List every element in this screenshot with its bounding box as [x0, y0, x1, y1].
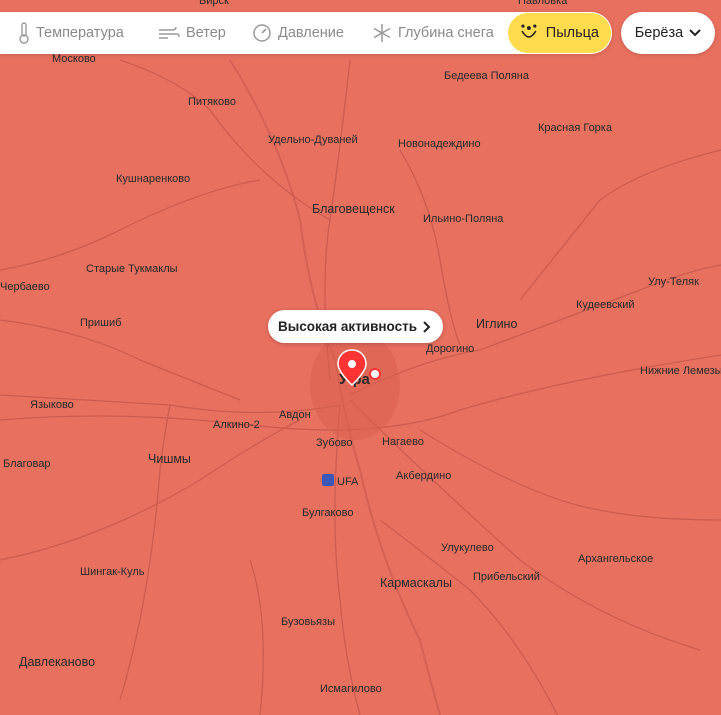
chevron-down-icon [689, 29, 701, 37]
place-label[interactable]: Москово [52, 53, 96, 65]
place-label[interactable]: Зубово [316, 437, 353, 449]
place-label[interactable]: Бирск [199, 0, 229, 7]
place-label[interactable]: Старые Тукмаклы [86, 263, 178, 275]
place-label[interactable]: Авдон [279, 409, 311, 421]
layer-pollen-label: Пыльца [545, 25, 599, 41]
pollen-map[interactable]: Бирск Павловка Москово Бедеева Поляна Питяко… [0, 0, 721, 715]
airport-label: UFA [337, 476, 359, 488]
snowflake-icon [373, 24, 391, 42]
place-label[interactable]: Дорогино [426, 343, 474, 355]
activity-level-label: Высокая активность [278, 319, 418, 334]
layer-snow-depth[interactable]: Глубина снега [372, 12, 494, 54]
place-label[interactable]: Улукулево [441, 542, 494, 554]
place-label[interactable]: Бедеева Поляна [444, 70, 530, 82]
place-label[interactable]: Ильино-Поляна [423, 213, 504, 225]
place-label[interactable]: Пришиб [80, 317, 121, 329]
map-point-icon [369, 368, 381, 380]
map-toolbar: Температура Ветер Давление Глубина снега… [0, 12, 721, 54]
wind-icon [159, 26, 180, 39]
layer-wind[interactable]: Ветер [158, 12, 226, 54]
place-label[interactable]: Алкино-2 [213, 419, 260, 431]
chevron-right-icon [423, 320, 431, 333]
place-label[interactable]: Языково [30, 399, 74, 411]
thermometer-icon [19, 22, 29, 44]
layer-snow-depth-label: Глубина снега [398, 25, 494, 41]
place-label[interactable]: Кармаскалы [380, 576, 452, 590]
place-label[interactable]: Архангельское [578, 553, 653, 565]
place-label[interactable]: Благовар [3, 458, 50, 470]
pressure-icon [253, 24, 271, 42]
airport: UFA [322, 474, 359, 488]
airport-icon [322, 474, 334, 486]
place-label[interactable]: Красная Горка [538, 122, 613, 134]
layer-temperature-label: Температура [36, 25, 124, 41]
place-label[interactable]: Удельно-Дуваней [268, 134, 358, 146]
place-label[interactable]: Бузовьязы [281, 616, 335, 628]
place-label[interactable]: Павловка [518, 0, 568, 7]
place-label[interactable]: Булгаково [302, 507, 353, 519]
place-label[interactable]: Питяково [188, 96, 236, 108]
layer-selector: Температура Ветер Давление Глубина снега… [0, 12, 612, 54]
layer-pollen[interactable]: Пыльца [508, 13, 611, 53]
pollen-icon [521, 24, 537, 38]
layer-pressure[interactable]: Давление [252, 12, 344, 54]
place-label[interactable]: Нагаево [382, 436, 424, 448]
place-label[interactable]: Прибельский [473, 571, 540, 583]
place-label[interactable]: Давлеканово [19, 655, 95, 669]
place-label[interactable]: Кудеевский [576, 299, 635, 311]
place-label[interactable]: Исмагилово [320, 683, 382, 695]
layer-wind-label: Ветер [186, 25, 226, 41]
map-pin-dot [348, 360, 356, 368]
layer-temperature[interactable]: Температура [18, 12, 124, 54]
place-label[interactable]: Нижние Лемезы [640, 365, 721, 377]
species-dropdown[interactable]: Берёза [621, 12, 715, 54]
place-label[interactable]: Акбердино [396, 470, 451, 482]
place-label[interactable]: Чишмы [148, 452, 191, 466]
activity-level-button[interactable]: Высокая активность [268, 310, 444, 343]
species-label: Берёза [634, 25, 684, 41]
place-label[interactable]: Новонадеждино [398, 138, 481, 150]
place-label[interactable]: Шингак-Куль [80, 566, 145, 578]
place-label[interactable]: Улу-Теляк [648, 276, 699, 288]
place-label[interactable]: Кушнаренково [116, 173, 190, 185]
place-label[interactable]: Иглино [476, 317, 517, 331]
place-label[interactable]: Чербаево [0, 281, 50, 293]
layer-pressure-label: Давление [278, 25, 344, 41]
place-label[interactable]: Благовещенск [312, 202, 395, 216]
